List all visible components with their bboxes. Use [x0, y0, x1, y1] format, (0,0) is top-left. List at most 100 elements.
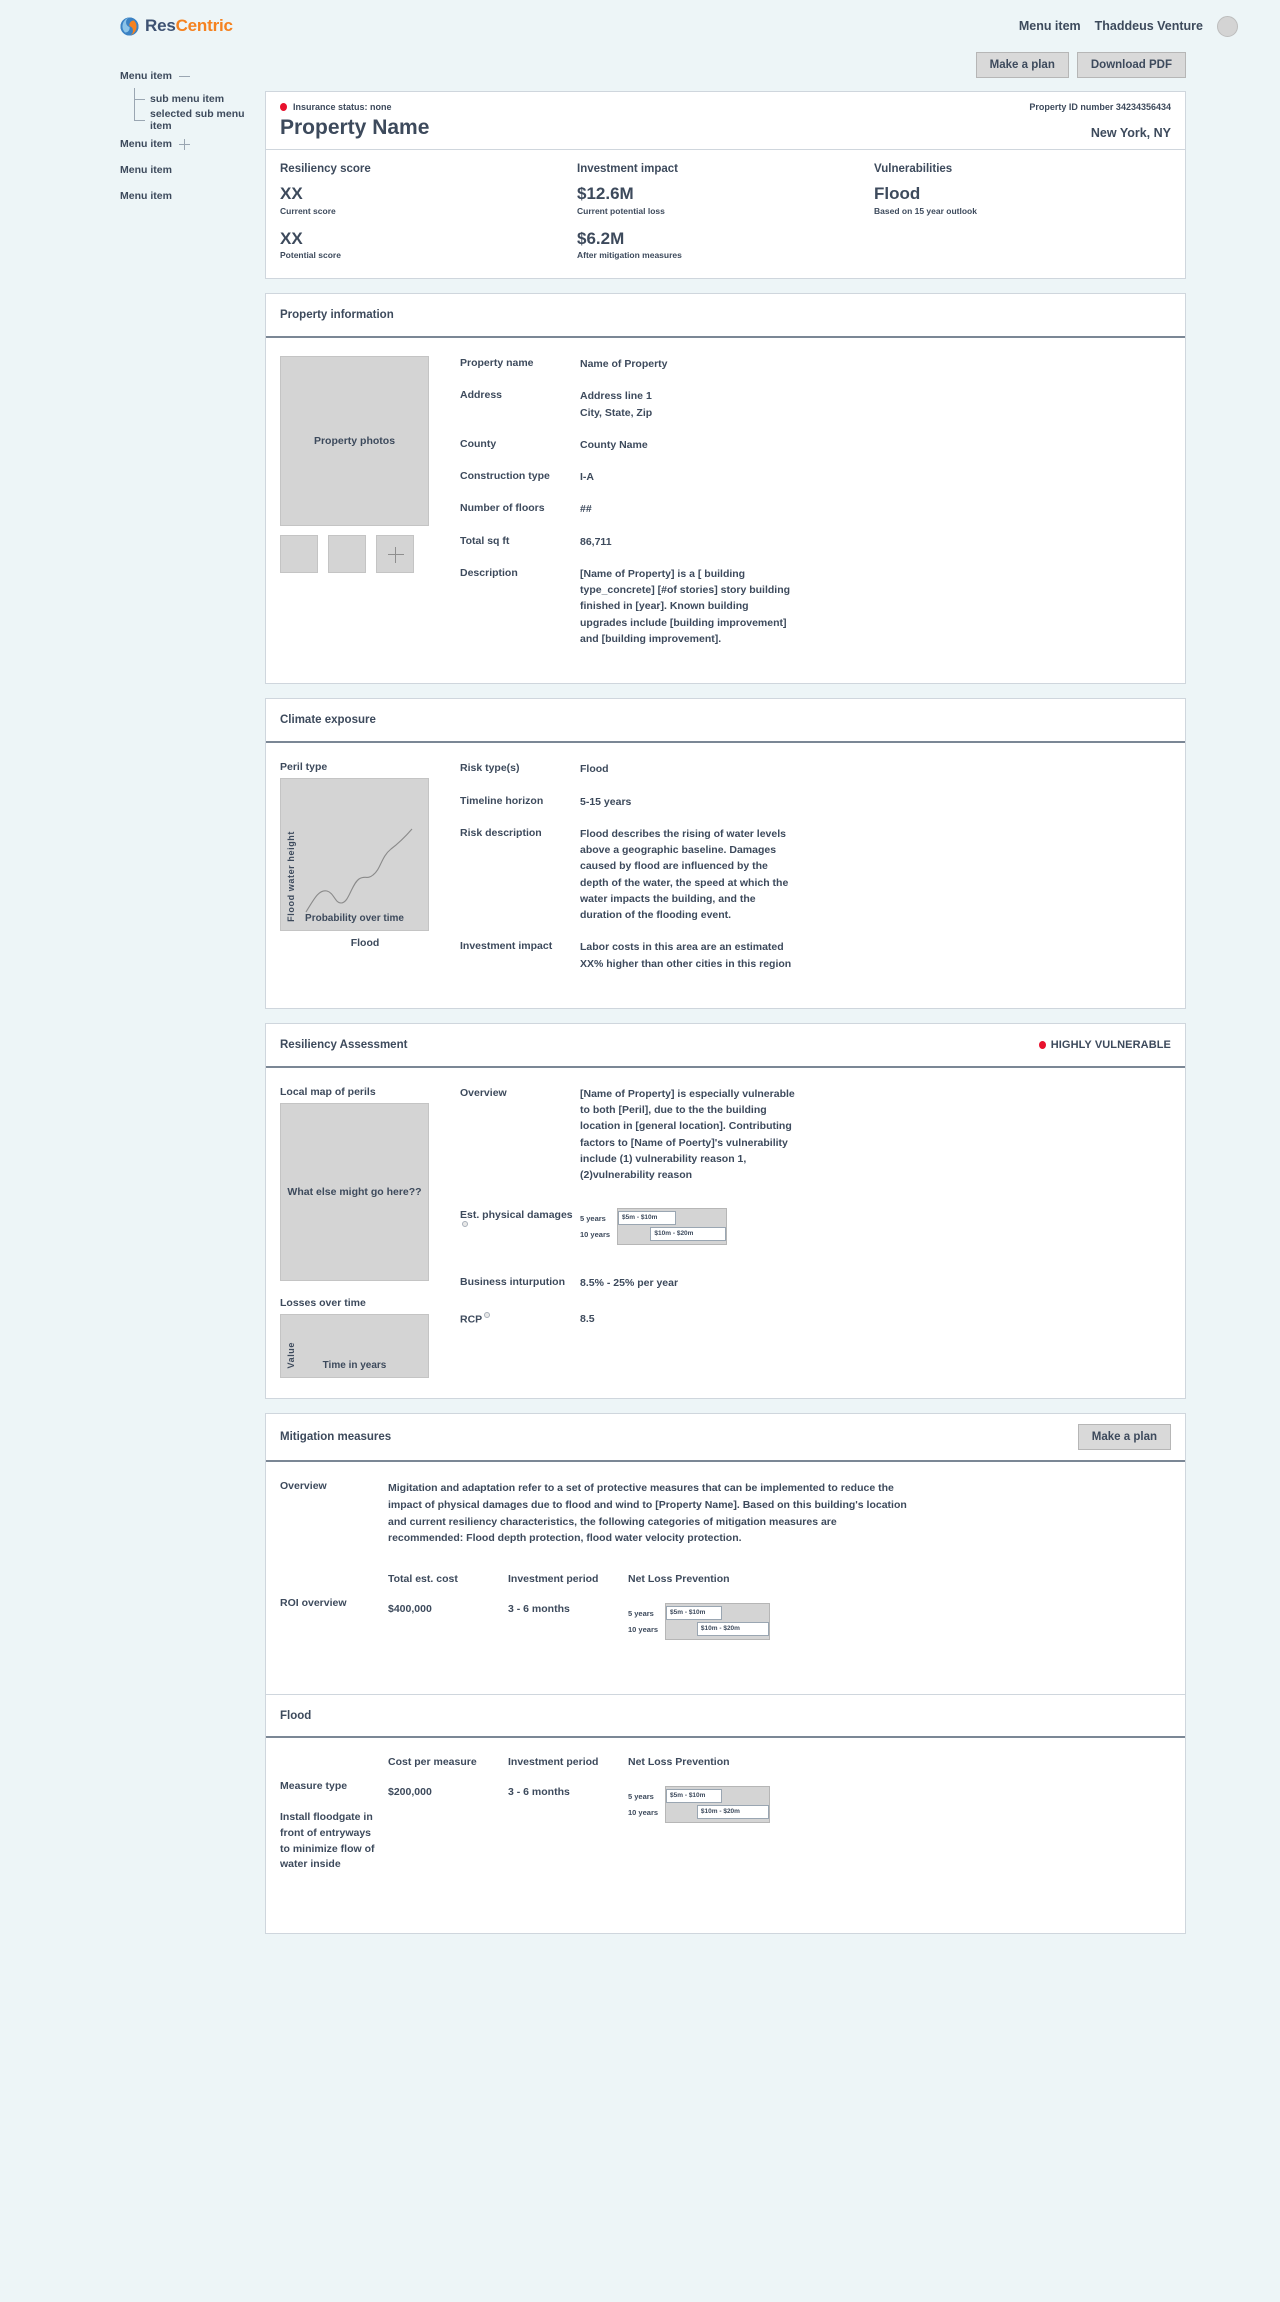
rcp-info-icon[interactable]: [484, 1311, 491, 1318]
status-dot-icon: [280, 103, 287, 111]
score-investment-gap: [577, 216, 874, 229]
brand-name-res: Res: [145, 16, 176, 35]
collapse-minus-icon[interactable]: [178, 75, 190, 77]
sidebar-item-3-label[interactable]: Menu item: [120, 164, 172, 176]
topbar-menu-item[interactable]: Menu item: [1019, 19, 1081, 33]
flood-measure-type-value: Install floodgate in front of entryways …: [280, 1811, 375, 1871]
peril-chart-caption: Flood: [350, 937, 380, 950]
field-address-label: Address: [460, 389, 503, 402]
score-investment-value: $12.6M: [577, 184, 634, 203]
damages-bar-5-years: $5m - $10m: [618, 1210, 677, 1225]
avatar[interactable]: [1217, 15, 1238, 37]
field-property-name-value: Name of Property: [580, 358, 668, 371]
main-content: Make a plan Download PDF Insurance statu…: [265, 52, 1238, 1948]
field-climate-investment-impact: Investment impact Labor costs in this ar…: [460, 939, 1171, 972]
field-risk-description: Risk description Flood describes the ris…: [460, 826, 1171, 924]
field-total-sq-ft: Total sq ft 86,711: [460, 534, 1171, 550]
field-county-value: County Name: [580, 438, 648, 451]
local-perils-map[interactable]: What else might go here??: [280, 1102, 429, 1281]
score-investment-caption2: After mitigation measures: [577, 250, 682, 261]
resiliency-assessment-header: Resiliency Assessment HIGHLY VULNERABLE: [266, 1024, 1185, 1068]
peril-chart-y-axis-label: Flood water height: [286, 831, 296, 923]
property-photo-main[interactable]: Property photos: [280, 356, 429, 527]
sidebar-item-4[interactable]: Menu item: [120, 190, 265, 202]
field-timeline-horizon: Timeline horizon 5-15 years: [460, 794, 1171, 810]
field-risk-types: Risk type(s) Flood: [460, 761, 1171, 777]
topbar-user-name[interactable]: Thaddeus Venture: [1095, 19, 1203, 33]
field-risk-types-value: Flood: [580, 763, 609, 776]
field-number-of-floors-label: Number of floors: [460, 502, 545, 515]
roi-net-loss-prevention-column: Net Loss Prevention 5 years 10 years $5m…: [628, 1573, 771, 1641]
losses-over-time-chart[interactable]: Value Time in years: [280, 1313, 429, 1378]
score-resiliency-gap: [280, 216, 577, 229]
peril-chart-column: Peril type Flood water height Probabilit…: [280, 761, 450, 988]
damages-chart-ticks: 5 years 10 years: [580, 1208, 610, 1243]
roi-investment-period-value: 3 - 6 months: [508, 1603, 570, 1616]
sidebar-item-2-label[interactable]: Menu item: [120, 138, 172, 150]
field-description-value: [Name of Property] is a [ building type_…: [580, 567, 791, 646]
flood-cost-column: Cost per measure $200,000: [388, 1756, 508, 1873]
roi-overview-columns: Total est. cost $400,000 Investment peri…: [388, 1573, 1171, 1641]
field-business-interruption-label: Business inturpution: [460, 1275, 565, 1288]
field-address: Address Address line 1 City, State, Zip: [460, 388, 1171, 421]
add-photo-button[interactable]: [376, 535, 414, 574]
swirl-logo-icon: [120, 17, 139, 36]
brand-name-centric: Centric: [175, 16, 233, 35]
page-action-buttons: Make a plan Download PDF: [265, 52, 1186, 78]
flood-measure-type-label: Measure type: [280, 1780, 348, 1793]
property-status-row: Insurance status: none Property ID numbe…: [280, 102, 1171, 112]
climate-exposure-title: Climate exposure: [280, 714, 376, 727]
flood-measure-columns: Cost per measure $200,000 Investment per…: [388, 1756, 1171, 1873]
status-badge: HIGHLY VULNERABLE: [1038, 1039, 1171, 1051]
resiliency-assessment-card: Resiliency Assessment HIGHLY VULNERABLE …: [265, 1022, 1186, 1399]
property-photo-thumb-1[interactable]: [280, 535, 318, 574]
score-investment-value2: $6.2M: [577, 228, 625, 248]
top-navigation-bar: ResCentric Menu item Thaddeus Venture: [0, 0, 1280, 52]
roi-total-cost-value: $400,000: [388, 1603, 432, 1616]
expand-plus-icon[interactable]: [178, 138, 190, 150]
sidebar-item-1[interactable]: Menu item: [120, 70, 265, 82]
mitigation-overview-label: Overview: [280, 1479, 327, 1492]
field-business-interruption: Business inturpution 8.5% - 25% per year: [460, 1275, 1171, 1291]
damages-tick-10-years: 10 years: [580, 1229, 611, 1239]
page-title: Property Name: [280, 116, 430, 139]
score-resiliency-caption2: Potential score: [280, 250, 341, 261]
field-description: Description [Name of Property] is a [ bu…: [460, 566, 1171, 647]
property-photo-thumbnails: [280, 535, 450, 574]
sidebar-item-2[interactable]: Menu item: [120, 138, 265, 150]
sidebar-subitem-1-label[interactable]: sub menu item: [150, 93, 224, 105]
sidebar-item-1-label[interactable]: Menu item: [120, 70, 172, 82]
make-a-plan-button[interactable]: Make a plan: [975, 52, 1069, 78]
sidebar-subitem-2-label[interactable]: selected sub menu item: [150, 108, 265, 132]
insurance-status: Insurance status: none: [293, 102, 392, 112]
field-county: County County Name: [460, 437, 1171, 453]
climate-fields-column: Risk type(s) Flood Timeline horizon 5-15…: [450, 761, 1171, 988]
peril-chart-x-axis-label: Probability over time: [305, 913, 404, 925]
field-risk-description-label: Risk description: [460, 826, 542, 839]
mitigation-make-a-plan-button[interactable]: Make a plan: [1077, 1423, 1171, 1450]
flood-period-value: 3 - 6 months: [508, 1786, 570, 1799]
property-photos-column: Property photos: [280, 356, 450, 663]
sidebar-item-3[interactable]: Menu item: [120, 164, 265, 176]
vulnerability-dot-icon: [1038, 1040, 1046, 1049]
flood-section-body: Measure type Install floodgate in front o…: [266, 1738, 1185, 1933]
sidebar-subitem-2-selected[interactable]: selected sub menu item: [134, 108, 265, 132]
roi-bar-10-years: $10m - $20m: [696, 1622, 770, 1637]
property-location: New York, NY: [1090, 126, 1171, 140]
property-information-title: Property information: [280, 309, 394, 322]
field-risk-types-label: Risk type(s): [460, 762, 520, 775]
flood-period-column: Investment period 3 - 6 months: [508, 1756, 628, 1873]
download-pdf-button[interactable]: Download PDF: [1076, 52, 1186, 78]
score-investment: Investment impact $12.6M Current potenti…: [577, 163, 874, 260]
resiliency-fields-column: Overview [Name of Property] is especiall…: [450, 1086, 1171, 1378]
brand-logo[interactable]: ResCentric: [120, 16, 233, 36]
sidebar-subitem-1[interactable]: sub menu item: [134, 88, 265, 109]
property-photo-thumb-2[interactable]: [328, 535, 366, 574]
roi-chart-ticks: 5 years 10 years: [628, 1603, 658, 1638]
info-icon[interactable]: [462, 1220, 468, 1227]
score-resiliency-caption: Current score: [280, 205, 336, 216]
score-resiliency: Resiliency score XX Current score XX Pot…: [280, 163, 577, 260]
sidebar-item-4-label[interactable]: Menu item: [120, 190, 172, 202]
peril-type-chart[interactable]: Flood water height Probability over time: [280, 778, 429, 932]
